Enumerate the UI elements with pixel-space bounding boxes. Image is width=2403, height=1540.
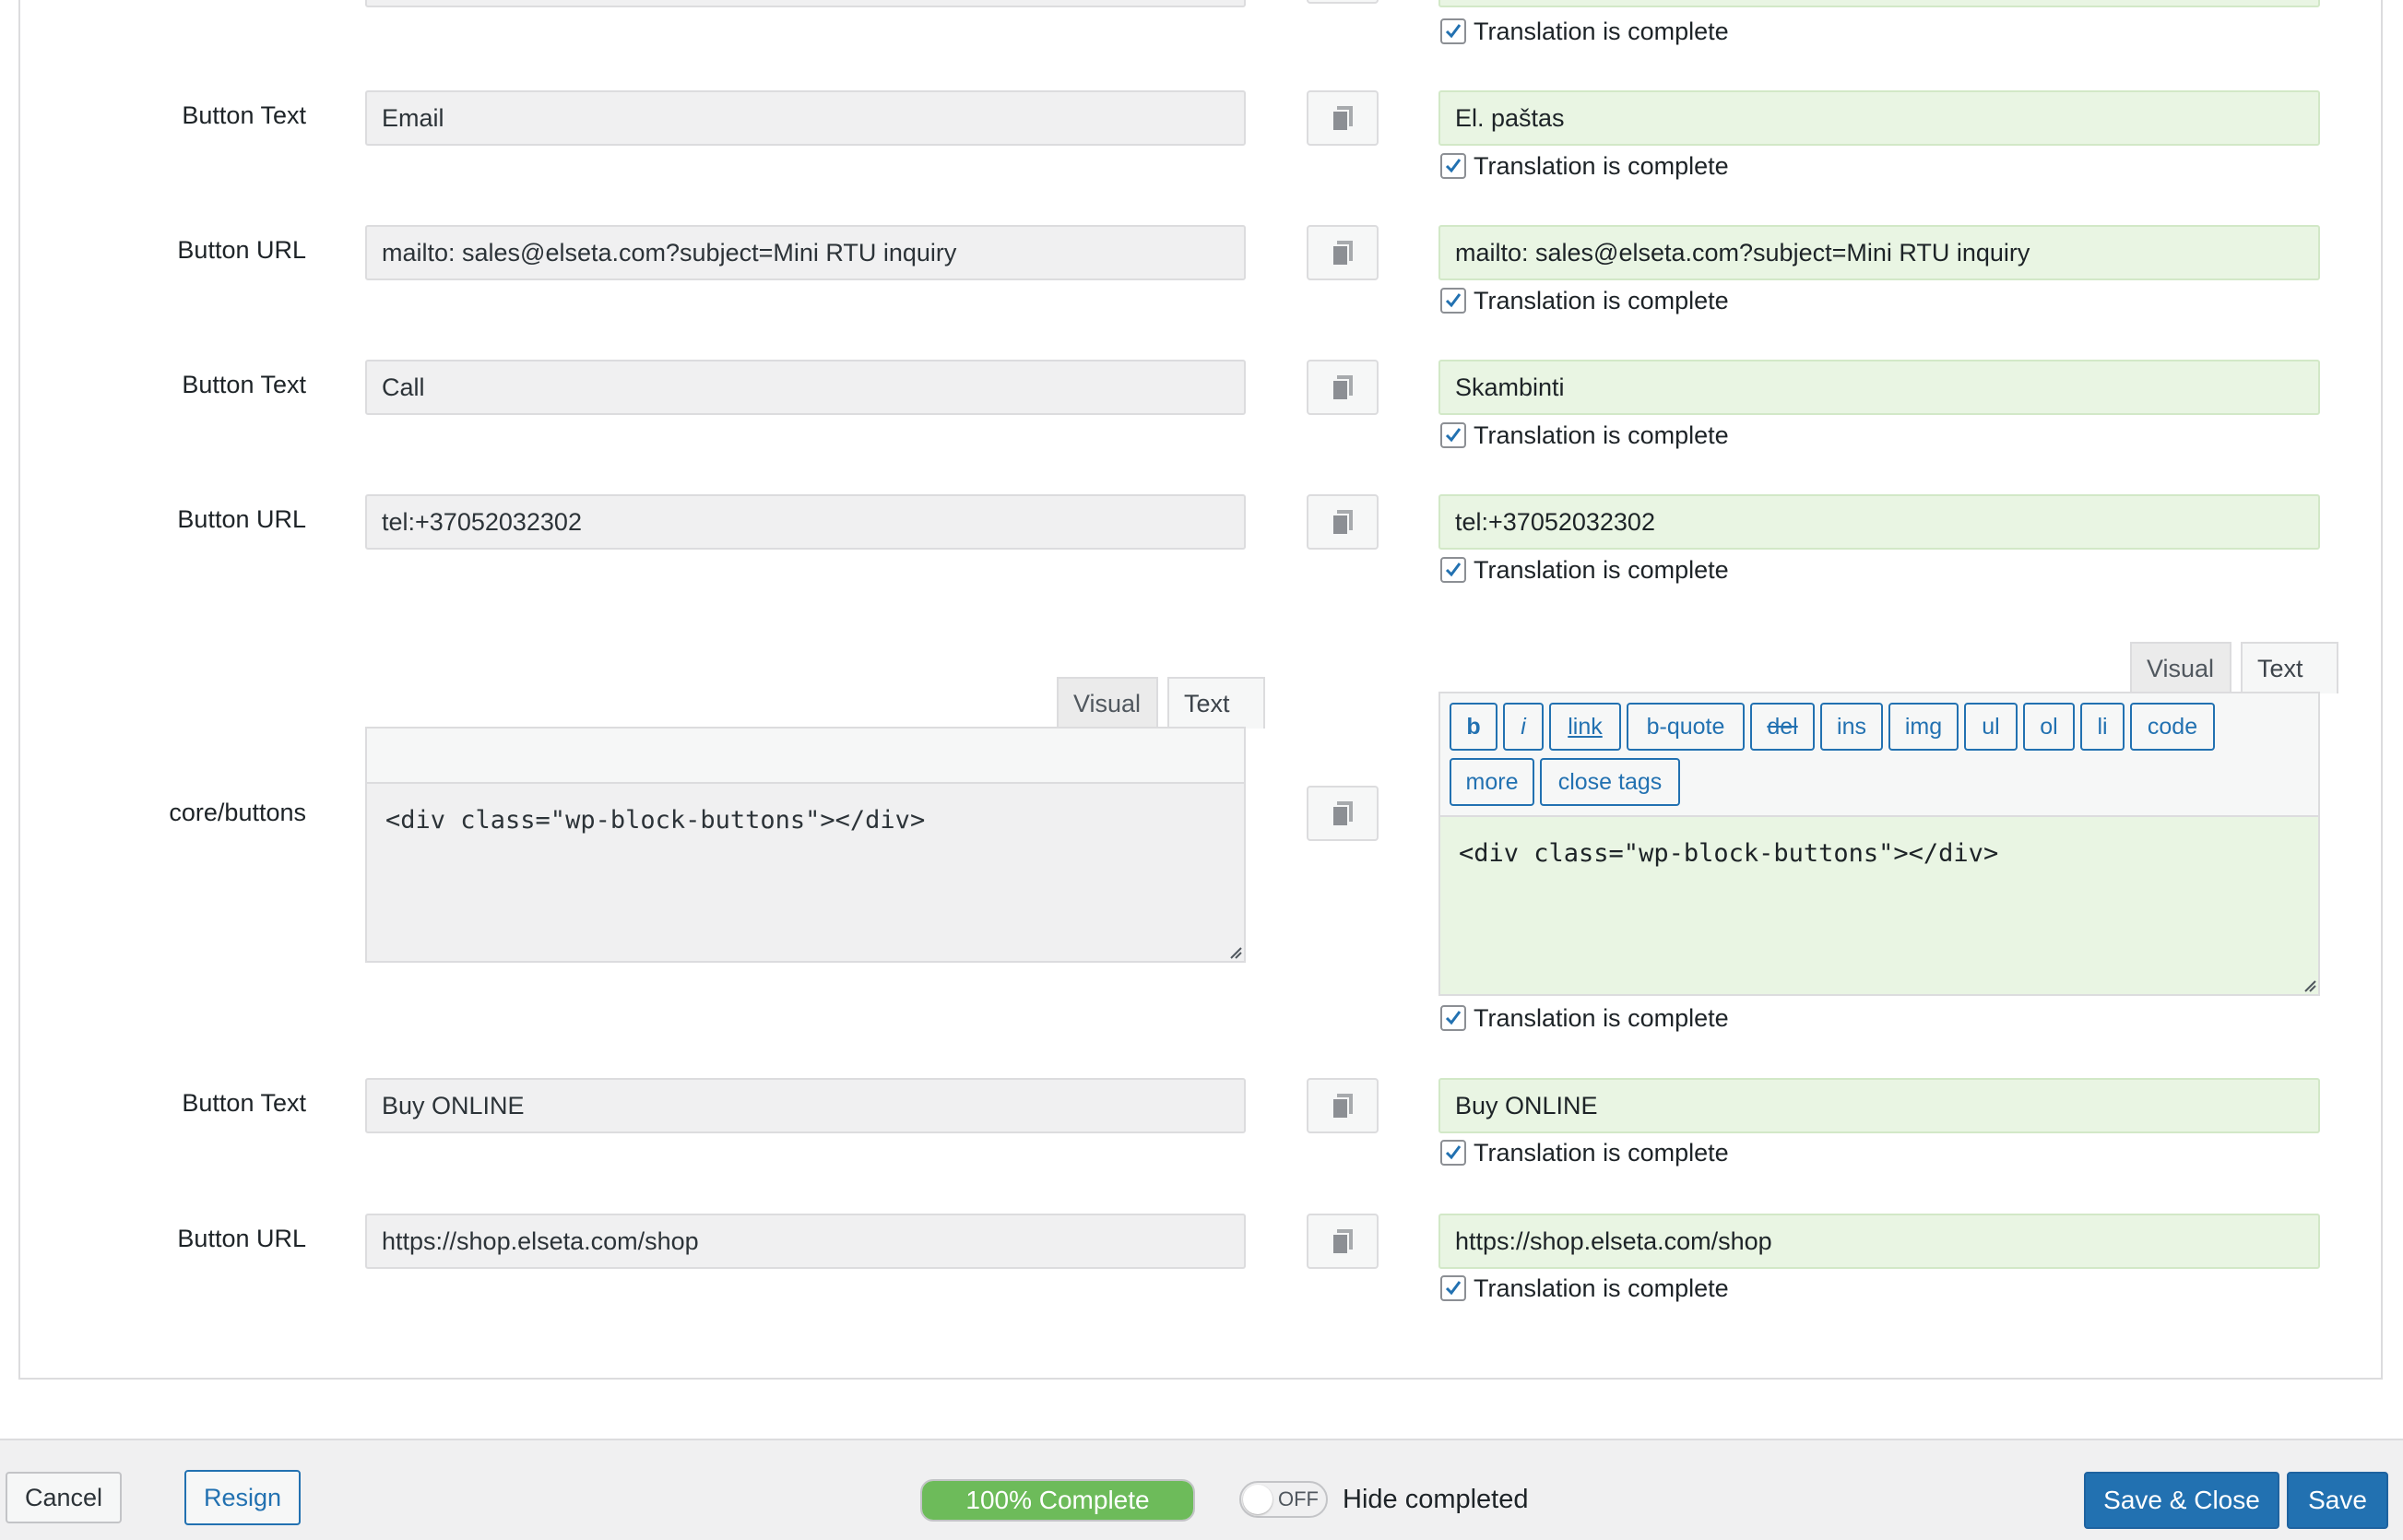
block-label: core/buttons (169, 799, 306, 826)
hide-completed-label: Hide completed (1343, 1484, 1529, 1514)
complete-label: Translation is complete (1474, 286, 1729, 314)
row-label: Button URL (177, 236, 306, 264)
quicktag-link-button[interactable]: link (1549, 703, 1621, 751)
row-label: Button Text (182, 371, 306, 398)
translation-panel: Translation is complete Button Text Emai… (18, 0, 2383, 1380)
cancel-button[interactable]: Cancel (6, 1472, 122, 1523)
quicktag-bold-button[interactable]: b (1450, 703, 1497, 751)
complete-label: Translation is complete (1474, 1273, 1729, 1302)
checkmark-icon[interactable] (1440, 288, 1466, 314)
resize-handle-icon[interactable] (1229, 946, 1242, 959)
target-field[interactable]: Skambinti (1438, 360, 2320, 415)
copy-icon (1332, 1094, 1353, 1119)
row-label: Button Text (182, 101, 306, 129)
quicktag-img-button[interactable]: img (1888, 703, 1959, 751)
footer-bar: Cancel Resign 100% Complete OFF Hide com… (0, 1439, 2403, 1540)
source-field: mailto: sales@elseta.com?subject=Mini RT… (365, 225, 1246, 280)
copy-button[interactable] (1307, 494, 1379, 550)
source-field: Buy ONLINE (365, 1078, 1246, 1133)
complete-label: Translation is complete (1474, 555, 1729, 584)
target-editor-toolbar: b i link b-quote del ins img ul ol li co… (1440, 693, 2318, 817)
save-close-button[interactable]: Save & Close (2084, 1472, 2279, 1529)
source-editor-toolbar (367, 729, 1244, 784)
progress-label: 100% Complete (965, 1486, 1150, 1514)
progress-bar: 100% Complete (920, 1479, 1195, 1522)
copy-button[interactable] (1307, 90, 1379, 146)
checkmark-icon[interactable] (1440, 153, 1466, 179)
target-editor-content[interactable]: <div class="wp-block-buttons"></div> (1440, 817, 2318, 994)
copy-button[interactable] (1307, 1078, 1379, 1133)
checkmark-icon[interactable] (1440, 18, 1466, 44)
target-field[interactable]: Buy ONLINE (1438, 1078, 2320, 1133)
complete-checkbox-row[interactable]: Translation is complete (1440, 15, 1729, 48)
quicktag-bquote-button[interactable]: b-quote (1627, 703, 1745, 751)
source-tab-text[interactable]: Text (1167, 677, 1265, 729)
complete-checkbox-row[interactable]: Translation is complete (1440, 553, 1729, 586)
copy-button[interactable] (1307, 360, 1379, 415)
quicktag-del-button[interactable]: del (1750, 703, 1815, 751)
source-tab-visual[interactable]: Visual (1057, 677, 1158, 729)
copy-icon (1332, 1229, 1353, 1255)
copy-icon (1332, 510, 1353, 536)
source-field: tel:+37052032302 (365, 494, 1246, 550)
copy-icon (1332, 241, 1353, 267)
source-field-partial (365, 0, 1246, 7)
quicktag-italic-button[interactable]: i (1503, 703, 1544, 751)
source-field: https://shop.elseta.com/shop (365, 1214, 1246, 1269)
complete-label: Translation is complete (1474, 17, 1729, 45)
complete-checkbox-row[interactable]: Translation is complete (1440, 1001, 1729, 1035)
quicktag-code-button[interactable]: code (2130, 703, 2215, 751)
resize-handle-icon[interactable] (2303, 979, 2316, 992)
copy-icon (1332, 106, 1353, 132)
complete-checkbox-row[interactable]: Translation is complete (1440, 284, 1729, 317)
row-label: Button Text (182, 1089, 306, 1117)
complete-checkbox-row[interactable]: Translation is complete (1440, 149, 1729, 183)
checkmark-icon[interactable] (1440, 1140, 1466, 1166)
resign-button[interactable]: Resign (184, 1470, 301, 1525)
copy-button[interactable] (1307, 225, 1379, 280)
quicktag-li-button[interactable]: li (2080, 703, 2125, 751)
quicktag-close-tags-button[interactable]: close tags (1540, 758, 1680, 806)
source-field: Call (365, 360, 1246, 415)
copy-icon (1332, 375, 1353, 401)
target-editor[interactable]: b i link b-quote del ins img ul ol li co… (1438, 692, 2320, 996)
complete-checkbox-row[interactable]: Translation is complete (1440, 419, 1729, 452)
row-label: Button URL (177, 505, 306, 533)
target-tab-visual[interactable]: Visual (2130, 642, 2231, 693)
toggle-knob (1243, 1485, 1273, 1514)
checkmark-icon[interactable] (1440, 422, 1466, 448)
target-field[interactable]: tel:+37052032302 (1438, 494, 2320, 550)
quicktag-ul-button[interactable]: ul (1964, 703, 2018, 751)
complete-label: Translation is complete (1474, 421, 1729, 449)
target-tab-text[interactable]: Text (2241, 642, 2338, 693)
complete-label: Translation is complete (1474, 1003, 1729, 1032)
toggle-state-label: OFF (1278, 1487, 1319, 1510)
target-field-partial[interactable] (1438, 0, 2320, 7)
checkmark-icon[interactable] (1440, 557, 1466, 583)
copy-button[interactable] (1307, 786, 1379, 841)
checkmark-icon[interactable] (1440, 1275, 1466, 1301)
quicktag-ins-button[interactable]: ins (1820, 703, 1883, 751)
source-editor-content: <div class="wp-block-buttons"></div> (367, 784, 1244, 961)
complete-label: Translation is complete (1474, 151, 1729, 180)
complete-checkbox-row[interactable]: Translation is complete (1440, 1272, 1729, 1305)
hide-completed-toggle[interactable]: OFF (1239, 1481, 1328, 1518)
quicktag-ol-button[interactable]: ol (2023, 703, 2075, 751)
copy-button[interactable] (1307, 1214, 1379, 1269)
source-field: Email (365, 90, 1246, 146)
complete-label: Translation is complete (1474, 1138, 1729, 1167)
copy-icon (1332, 801, 1353, 827)
target-field[interactable]: El. paštas (1438, 90, 2320, 146)
quicktag-more-button[interactable]: more (1450, 758, 1534, 806)
source-editor: <div class="wp-block-buttons"></div> (365, 727, 1246, 963)
row-label: Button URL (177, 1225, 306, 1252)
save-button[interactable]: Save (2287, 1472, 2388, 1529)
checkmark-icon[interactable] (1440, 1005, 1466, 1031)
target-field[interactable]: mailto: sales@elseta.com?subject=Mini RT… (1438, 225, 2320, 280)
complete-checkbox-row[interactable]: Translation is complete (1440, 1136, 1729, 1169)
copy-button-partial[interactable] (1307, 0, 1379, 4)
target-field[interactable]: https://shop.elseta.com/shop (1438, 1214, 2320, 1269)
